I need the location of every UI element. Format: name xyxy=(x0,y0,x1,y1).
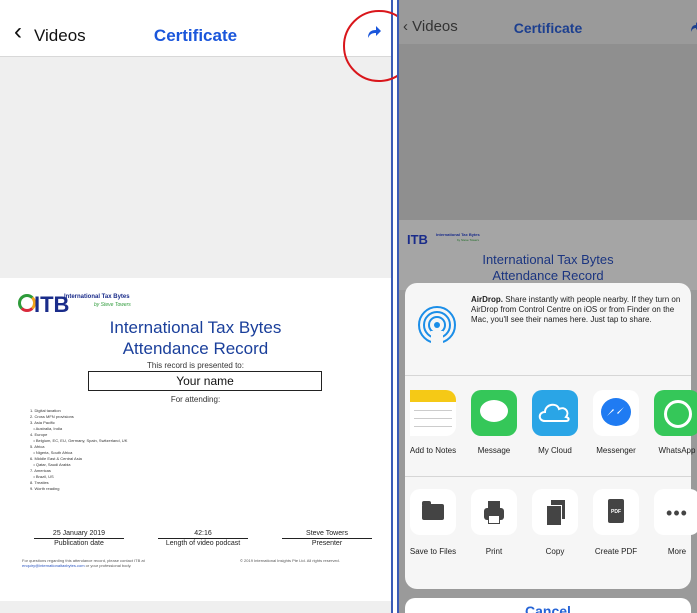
certificate-title-line2: Attendance Record xyxy=(122,339,269,358)
right-screen: ‹ Videos Certificate ITB International T… xyxy=(397,0,697,613)
pdf-icon: PDF xyxy=(593,489,639,535)
certificate-title-line2-dimmed: Attendance Record xyxy=(492,268,604,283)
topic-item: • Belgium, EC, EU, Germany, Spain, Switz… xyxy=(30,438,128,443)
airdrop-text: Share instantly with people nearby. If t… xyxy=(471,295,681,324)
share-apps-row: Add to Notes Message My Cloud Messenger … xyxy=(403,376,697,477)
folder-icon xyxy=(410,489,456,535)
logo-byline: by Steve Towers xyxy=(94,302,131,308)
action-label: Print xyxy=(485,547,503,556)
pdf-badge: PDF xyxy=(611,509,621,515)
action-more[interactable]: ••• More xyxy=(647,489,697,556)
more-icon: ••• xyxy=(654,489,697,535)
action-save-to-files[interactable]: Save to Files xyxy=(403,489,463,556)
action-label: Save to Files xyxy=(409,547,457,556)
whatsapp-icon xyxy=(654,390,697,436)
copy-icon xyxy=(532,489,578,535)
certificate-footer: For questions regarding this attendance … xyxy=(22,558,172,568)
footer-email-link[interactable]: enquiry@internationaltaxbytes.com xyxy=(22,563,85,568)
action-label: More xyxy=(667,547,687,556)
certificate-title-line1-dimmed: International Tax Bytes xyxy=(482,252,614,267)
notes-icon xyxy=(410,390,456,436)
publication-date-label: Publication date xyxy=(54,540,104,547)
app-label: My Cloud xyxy=(538,446,572,455)
logo-brand-dimmed: International Tax Bytes xyxy=(436,232,480,237)
navigation-bar-dimmed: ‹ Videos Certificate xyxy=(399,0,697,44)
action-create-pdf[interactable]: PDF Create PDF xyxy=(586,489,646,556)
share-app-messenger[interactable]: Messenger xyxy=(586,390,646,455)
action-label: Create PDF xyxy=(594,547,638,556)
video-length-label: Length of video podcast xyxy=(165,540,241,547)
cancel-button[interactable]: Cancel xyxy=(405,598,691,613)
itb-logo: ITB International Tax Bytes by Steve Tow… xyxy=(18,290,140,317)
nav-title: Certificate xyxy=(153,26,238,45)
logo-byline-dimmed: by Steve Towers xyxy=(457,238,479,242)
presenter-name: Steve Towers xyxy=(282,530,372,539)
action-print[interactable]: Print xyxy=(464,489,524,556)
share-app-whatsapp[interactable]: WhatsApp xyxy=(647,390,697,455)
airdrop-icon xyxy=(418,306,456,345)
share-app-mycloud[interactable]: My Cloud xyxy=(525,390,585,455)
logo-brand: International Tax Bytes xyxy=(64,294,130,300)
video-length: 42:16 xyxy=(158,530,248,539)
share-icon-dimmed[interactable] xyxy=(691,20,697,34)
action-label: Copy xyxy=(545,547,565,556)
app-label: Messenger xyxy=(596,446,636,455)
publication-date: 25 January 2019 xyxy=(34,530,124,539)
topics-list: 1. Digital taxation 2. Cross MFN provisio… xyxy=(30,408,127,492)
presenter-label: Presenter xyxy=(311,540,343,547)
bottom-background xyxy=(0,601,391,613)
share-app-message[interactable]: Message xyxy=(464,390,524,455)
dimmed-background xyxy=(399,44,697,220)
copyright: © 2019 International Insights Pte Ltd. A… xyxy=(240,558,340,563)
length-block: 42:16 Length of video podcast xyxy=(158,530,248,547)
airdrop-title: AirDrop. xyxy=(471,295,503,304)
navigation-bar: ‹ Videos Certificate xyxy=(0,0,391,57)
certificate-title-line1: International Tax Bytes xyxy=(109,318,282,337)
presented-to-label: This record is presented to: xyxy=(147,361,244,370)
message-icon xyxy=(471,390,517,436)
recipient-name: Your name xyxy=(88,371,322,391)
topic-item: 9. Worth reading xyxy=(30,486,60,491)
printer-icon xyxy=(471,489,517,535)
app-label: Add to Notes xyxy=(409,446,457,455)
certificate-preview: ITB International Tax Bytes by Steve Tow… xyxy=(0,278,391,601)
footer-tail: or your professional body. xyxy=(85,563,132,568)
action-copy[interactable]: Copy xyxy=(525,489,585,556)
share-actions-row: Save to Files Print Copy PDF Create PDF … xyxy=(403,477,697,587)
cloud-icon xyxy=(532,390,578,436)
logo-text-dimmed: ITB xyxy=(407,232,428,247)
presenter-block: Steve Towers Presenter xyxy=(282,530,372,547)
app-label: Message xyxy=(477,446,511,455)
share-app-notes[interactable]: Add to Notes xyxy=(403,390,463,455)
for-attending-label: For attending: xyxy=(170,395,221,404)
share-sheet: AirDrop. Share instantly with people nea… xyxy=(403,283,697,589)
certificate-preview-dimmed: ITB International Tax Bytes by Steve Tow… xyxy=(399,220,697,290)
messenger-icon xyxy=(593,390,639,436)
airdrop-row[interactable]: AirDrop. Share instantly with people nea… xyxy=(405,283,691,376)
app-label: WhatsApp xyxy=(658,446,696,455)
nav-title-dimmed: Certificate xyxy=(513,20,583,36)
left-screen: ‹ Videos Certificate ITB International T… xyxy=(0,0,393,613)
publication-date-block: 25 January 2019 Publication date xyxy=(34,530,124,547)
airdrop-description: AirDrop. Share instantly with people nea… xyxy=(471,295,683,325)
